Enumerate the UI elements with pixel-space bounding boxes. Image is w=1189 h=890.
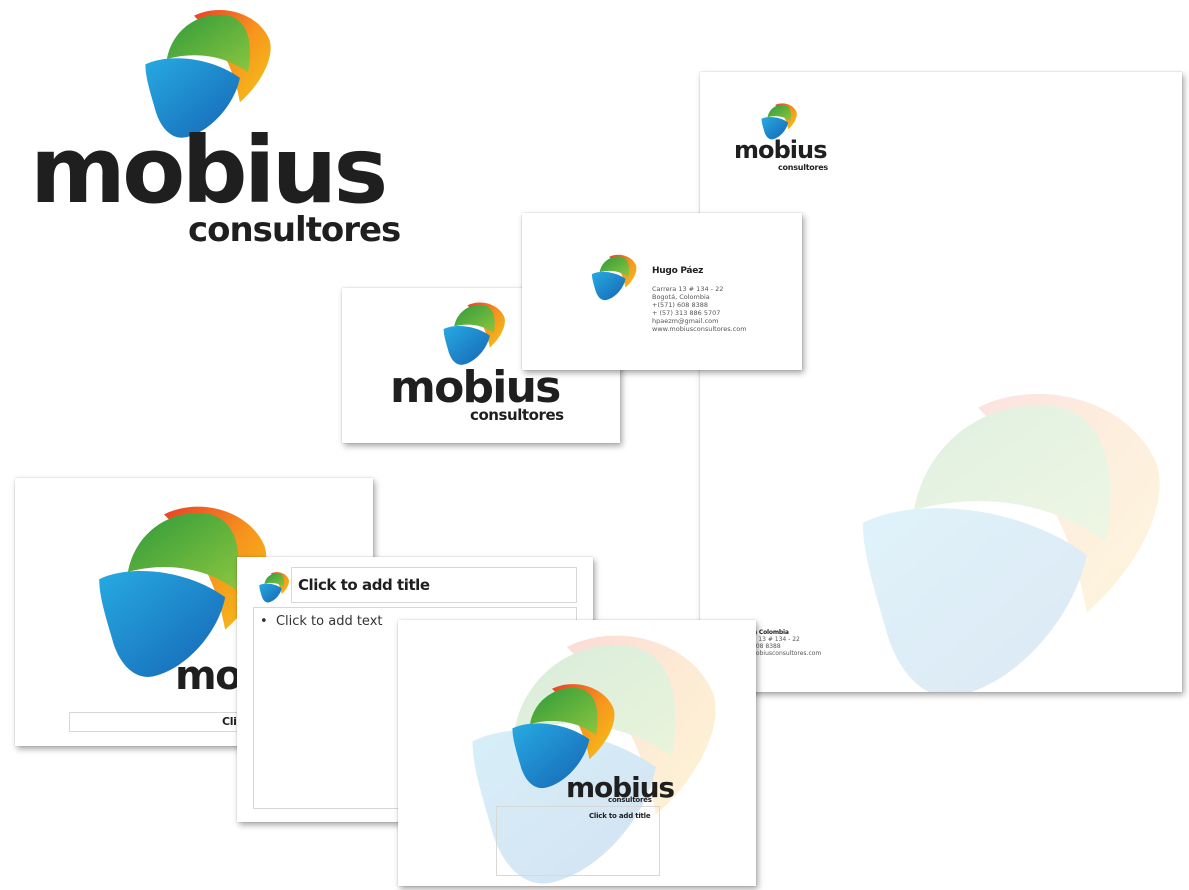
title-slide-wordmark: mo: [175, 653, 243, 699]
cover-slide: mobius consultores Click to add title: [398, 620, 756, 886]
card-phone2: + (57) 313 886 5707: [652, 309, 721, 317]
letterhead: mobius consultores Bogotá Colombia Carre…: [700, 72, 1182, 692]
card-contact: Hugo Páez Carrera 13 # 134 - 22 Bogotá, …: [652, 266, 747, 334]
cover-slide-tagline: consultores: [608, 796, 652, 804]
brand-wordmark: mobius: [30, 117, 388, 224]
brand-tagline: consultores: [188, 210, 401, 250]
card-phone1: +(571) 608 8388: [652, 301, 709, 309]
card-person-name: Hugo Páez: [652, 266, 704, 276]
business-card-front: Hugo Páez Carrera 13 # 134 - 22 Bogotá, …: [522, 213, 802, 370]
content-bullet-text: Click to add text: [275, 614, 383, 629]
content-title-text: Click to add title: [298, 576, 430, 594]
content-title-placeholder[interactable]: Click to add title: [291, 567, 577, 603]
card-address: Carrera 13 # 134 - 22: [652, 285, 724, 293]
letterhead-tagline: consultores: [778, 163, 828, 172]
card-back-tagline: consultores: [470, 406, 564, 424]
cover-title-placeholder[interactable]: Click to add title: [496, 806, 660, 876]
content-bullet: • Click to add text: [260, 614, 383, 629]
letterhead-logo-icon: [761, 103, 797, 140]
card-email: hpaezm@gmail.com: [652, 317, 719, 325]
card-front-logo-icon: [591, 254, 637, 301]
bullet-dot-icon: •: [260, 614, 276, 629]
card-back-logo-icon: [443, 302, 505, 365]
content-slide-logo-icon: [259, 572, 289, 603]
letterhead-wordmark: mobius: [734, 136, 827, 164]
letterhead-watermark-icon: [862, 393, 1160, 692]
card-website: www.mobiusconsultores.com: [652, 325, 747, 333]
card-city: Bogotá, Colombia: [652, 293, 710, 301]
card-back-wordmark: mobius: [390, 362, 561, 413]
main-logo: mobius consultores: [20, 5, 401, 250]
cover-title-text: Click to add title: [589, 812, 651, 820]
